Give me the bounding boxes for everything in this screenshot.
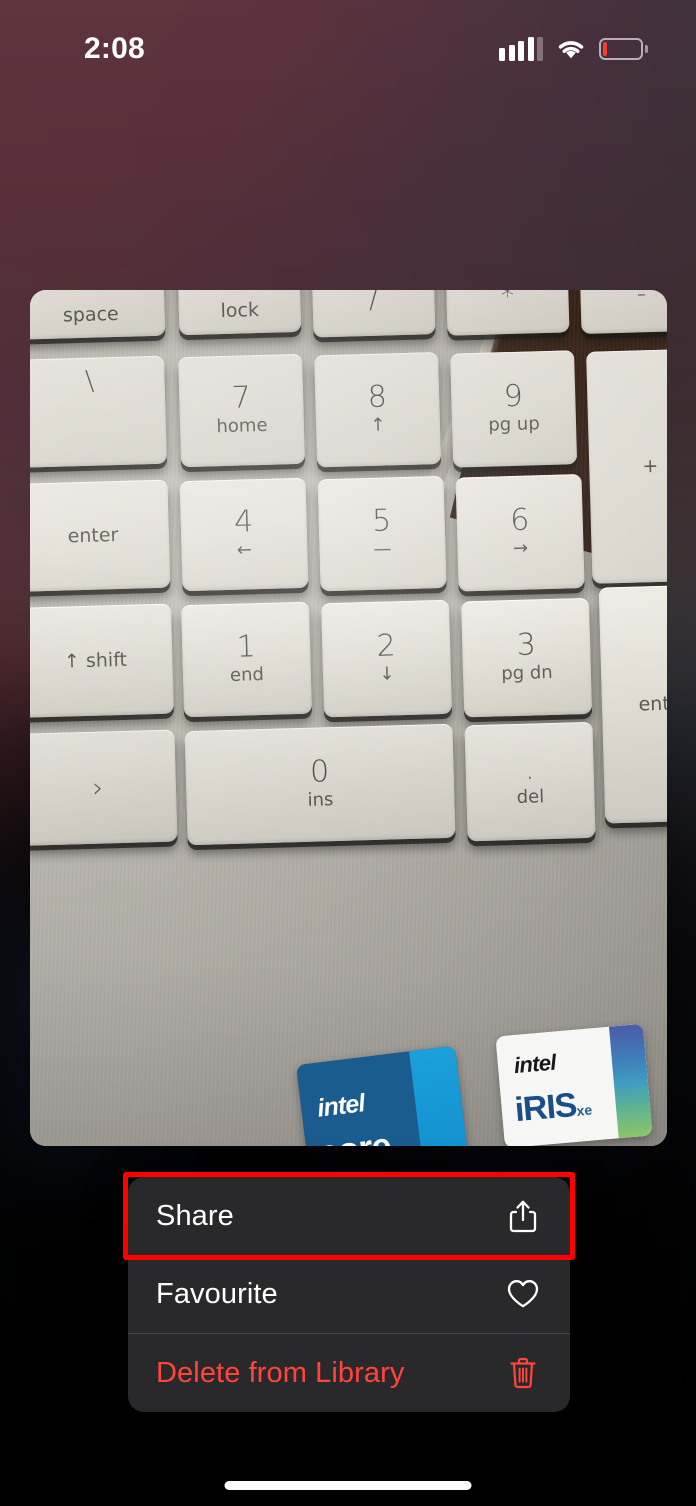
status-bar-icons bbox=[499, 31, 648, 61]
status-bar: 2:08 bbox=[0, 0, 696, 92]
intel-iris-sticker: intel iRISxe bbox=[495, 1023, 653, 1146]
menu-item-label: Favourite bbox=[156, 1277, 278, 1310]
photo-action-menu: Share Favourite Delete from Library bbox=[128, 1177, 570, 1412]
menu-item-favourite[interactable]: Favourite bbox=[128, 1255, 570, 1333]
laptop-numeric-keypad-photo[interactable]: space lock / * - \ 7 bbox=[30, 290, 667, 1146]
battery-low-icon bbox=[599, 38, 648, 60]
menu-item-label: Delete from Library bbox=[156, 1356, 405, 1389]
menu-item-share[interactable]: Share bbox=[128, 1177, 570, 1255]
menu-item-label: Share bbox=[156, 1199, 234, 1232]
menu-item-delete-from-library[interactable]: Delete from Library bbox=[128, 1334, 570, 1412]
deck-shading bbox=[30, 290, 667, 1146]
trash-icon bbox=[506, 1356, 540, 1390]
cellular-signal-icon bbox=[499, 37, 543, 61]
battery-fill bbox=[603, 42, 608, 56]
home-indicator[interactable] bbox=[224, 1481, 472, 1490]
status-bar-clock: 2:08 bbox=[84, 32, 145, 65]
iris-product-text: iRISxe bbox=[513, 1085, 593, 1130]
wifi-icon bbox=[558, 41, 584, 59]
photo-surface: space lock / * - \ 7 bbox=[30, 290, 667, 1146]
phone-screen: 2:08 intel intel iRISxe Share Favourite … bbox=[0, 0, 696, 1506]
share-icon bbox=[506, 1199, 540, 1233]
heart-icon bbox=[506, 1277, 540, 1311]
battery-cap bbox=[645, 45, 648, 53]
